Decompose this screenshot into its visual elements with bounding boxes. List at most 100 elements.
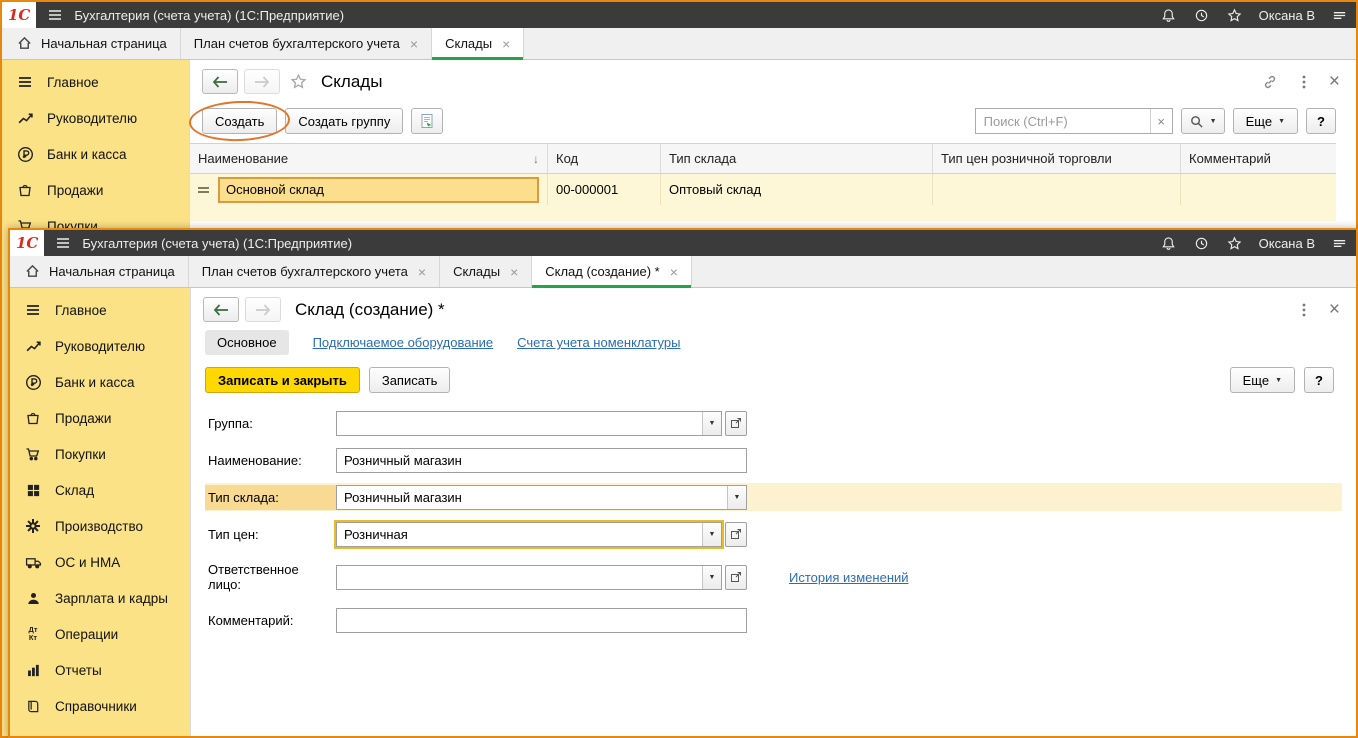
user-name[interactable]: Оксана В xyxy=(1259,8,1315,23)
cell-type[interactable]: Оптовый склад xyxy=(661,174,933,205)
dropdown-arrow-icon[interactable]: ▼ xyxy=(702,522,721,546)
clear-search-icon[interactable]: × xyxy=(1149,109,1172,133)
search-input[interactable] xyxy=(975,109,1150,133)
form-navigation: Основное Подключаемое оборудование Счета… xyxy=(191,328,1356,364)
comment-input[interactable] xyxy=(336,607,747,633)
price-type-combo[interactable]: Розничная ▼ xyxy=(334,519,724,549)
cell-name[interactable]: Основной склад xyxy=(190,174,548,205)
search-button[interactable]: ▼ xyxy=(1180,108,1225,134)
notifications-bell-icon[interactable] xyxy=(1160,6,1178,24)
help-button[interactable]: ? xyxy=(1304,367,1334,393)
sidebar-item-main[interactable]: Главное xyxy=(10,292,190,328)
forward-button[interactable] xyxy=(245,297,281,322)
tab-label: Склады xyxy=(445,36,493,51)
tab-home[interactable]: Начальная страница xyxy=(10,256,189,287)
sidebar-item-directories[interactable]: Справочники xyxy=(10,688,190,724)
sidebar-item-payroll-hr[interactable]: Зарплата и кадры xyxy=(10,580,190,616)
copy-link-icon[interactable] xyxy=(1261,73,1279,91)
more-button[interactable]: Еще ▼ xyxy=(1229,367,1295,393)
close-form-icon[interactable]: × xyxy=(1329,72,1340,91)
column-header-price-type[interactable]: Тип цен розничной торговли xyxy=(933,144,1181,173)
responsible-combo[interactable]: ▼ xyxy=(336,564,722,590)
sidebar-item-label: Руководителю xyxy=(47,110,138,126)
tab-bar: Начальная страница План счетов бухгалтер… xyxy=(2,28,1356,60)
new-document-button[interactable] xyxy=(411,108,444,134)
sidebar-item-bank-cash[interactable]: Банк и касса xyxy=(2,136,189,172)
table-row[interactable]: Основной склад 00-000001 Оптовый склад xyxy=(190,174,1336,205)
more-dots-icon[interactable] xyxy=(1295,73,1313,91)
cell-comment[interactable] xyxy=(1181,174,1336,205)
group-combo[interactable]: ▼ xyxy=(336,410,722,436)
change-history-link[interactable]: История изменений xyxy=(789,570,909,585)
favorite-toggle-star-icon[interactable] xyxy=(290,73,307,90)
service-menu-icon[interactable] xyxy=(1330,234,1348,252)
sidebar-item-manager[interactable]: Руководителю xyxy=(10,328,190,364)
history-icon[interactable] xyxy=(1193,6,1211,24)
main-menu-icon[interactable] xyxy=(46,6,64,24)
nav-tab-main[interactable]: Основное xyxy=(205,330,289,355)
forward-button[interactable] xyxy=(244,69,280,94)
main-menu-icon[interactable] xyxy=(54,234,72,252)
favorites-star-icon[interactable] xyxy=(1226,234,1244,252)
user-name[interactable]: Оксана В xyxy=(1259,236,1315,251)
tab-warehouses[interactable]: Склады × xyxy=(432,28,525,60)
cell-code[interactable]: 00-000001 xyxy=(548,174,661,205)
sidebar-item-purchases[interactable]: Покупки xyxy=(10,436,190,472)
tab-chart-of-accounts[interactable]: План счетов бухгалтерского учета × xyxy=(189,256,441,287)
nav-link-item-accounts[interactable]: Счета учета номенклатуры xyxy=(517,335,680,350)
open-button[interactable] xyxy=(725,521,747,547)
favorites-star-icon[interactable] xyxy=(1226,6,1244,24)
name-input[interactable] xyxy=(336,447,747,473)
close-form-icon[interactable]: × xyxy=(1329,300,1340,319)
more-dots-icon[interactable] xyxy=(1295,301,1313,319)
sort-desc-icon[interactable]: ↓ xyxy=(533,152,539,166)
close-tab-icon[interactable]: × xyxy=(670,265,678,279)
history-icon[interactable] xyxy=(1193,234,1211,252)
back-button[interactable] xyxy=(202,69,238,94)
column-header-code[interactable]: Код xyxy=(548,144,661,173)
sidebar-item-production[interactable]: Производство xyxy=(10,508,190,544)
dropdown-arrow-icon[interactable]: ▼ xyxy=(702,411,721,435)
save-button[interactable]: Записать xyxy=(368,367,451,393)
close-tab-icon[interactable]: × xyxy=(410,37,418,51)
chevron-down-icon: ▼ xyxy=(1209,117,1217,125)
tab-warehouse-create[interactable]: Склад (создание) * × xyxy=(532,256,692,288)
sidebar-item-label: Справочники xyxy=(55,698,137,714)
save-and-close-button[interactable]: Записать и закрыть xyxy=(205,367,360,393)
sidebar-item-operations[interactable]: Дт Кт Операции xyxy=(10,616,190,652)
column-header-comment[interactable]: Комментарий xyxy=(1181,144,1336,173)
create-group-button[interactable]: Создать группу xyxy=(285,108,404,134)
close-tab-icon[interactable]: × xyxy=(418,265,426,279)
sidebar-item-fixed-assets[interactable]: ОС и НМА xyxy=(10,544,190,580)
service-menu-icon[interactable] xyxy=(1330,6,1348,24)
sidebar-item-warehouse[interactable]: Склад xyxy=(10,472,190,508)
create-button[interactable]: Создать xyxy=(202,108,278,134)
close-tab-icon[interactable]: × xyxy=(510,265,518,279)
help-button[interactable]: ? xyxy=(1306,108,1336,134)
back-button[interactable] xyxy=(203,297,239,322)
sidebar-item-bank-cash[interactable]: Банк и касса xyxy=(10,364,190,400)
notifications-bell-icon[interactable] xyxy=(1160,234,1178,252)
cell-price-type[interactable] xyxy=(933,174,1181,205)
1c-logo-text: 1С xyxy=(8,6,31,24)
close-tab-icon[interactable]: × xyxy=(502,37,510,51)
sidebar-item-sales[interactable]: Продажи xyxy=(10,400,190,436)
selected-cell[interactable]: Основной склад xyxy=(218,176,539,203)
tab-home[interactable]: Начальная страница xyxy=(2,28,181,59)
nav-link-equipment[interactable]: Подключаемое оборудование xyxy=(313,335,494,350)
dropdown-arrow-icon[interactable]: ▼ xyxy=(702,565,721,589)
sidebar-item-reports[interactable]: Отчеты xyxy=(10,652,190,688)
sidebar-item-manager[interactable]: Руководителю xyxy=(2,100,189,136)
open-button[interactable] xyxy=(725,410,747,436)
open-button[interactable] xyxy=(725,564,747,590)
dropdown-arrow-icon[interactable]: ▼ xyxy=(727,485,746,509)
tab-warehouses[interactable]: Склады × xyxy=(440,256,533,287)
column-header-type[interactable]: Тип склада xyxy=(661,144,933,173)
column-header-name[interactable]: Наименование ↓ xyxy=(190,144,548,173)
more-button[interactable]: Еще ▼ xyxy=(1232,108,1298,134)
warehouse-type-combo[interactable]: Розничный магазин ▼ xyxy=(336,484,747,510)
sidebar-item-main[interactable]: Главное xyxy=(2,64,189,100)
sidebar-item-sales[interactable]: Продажи xyxy=(2,172,189,208)
titlebar: 1С Бухгалтерия (счета учета) (1С:Предпри… xyxy=(2,2,1356,28)
tab-chart-of-accounts[interactable]: План счетов бухгалтерского учета × xyxy=(181,28,433,59)
